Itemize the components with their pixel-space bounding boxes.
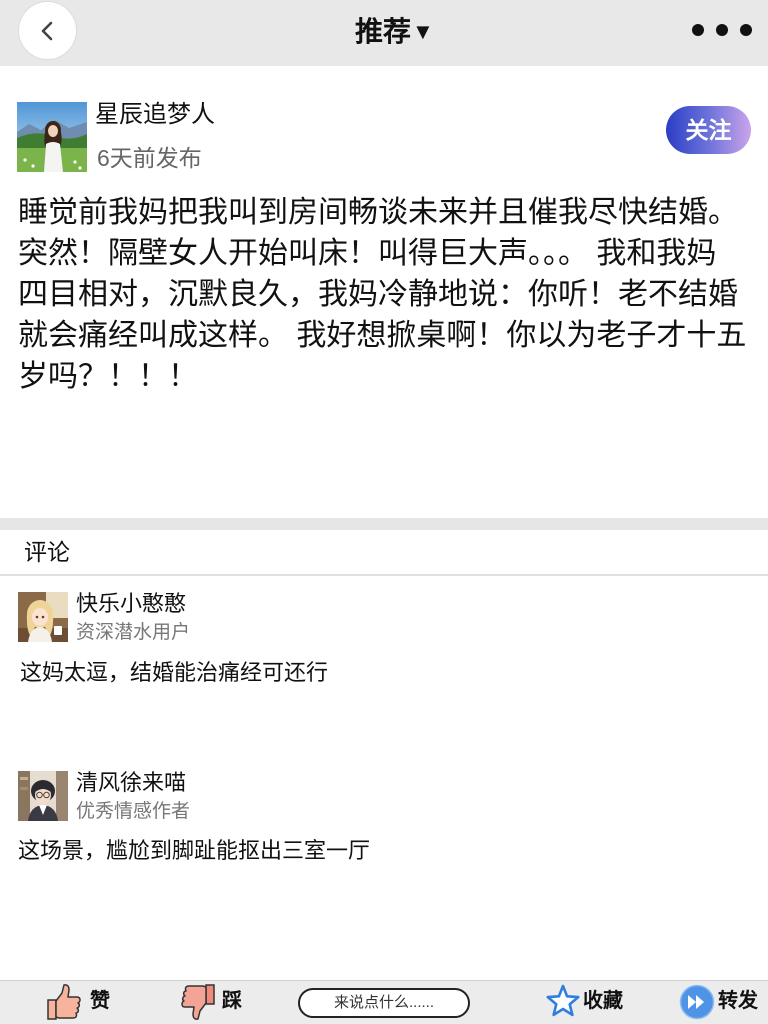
back-button[interactable] [19, 2, 76, 59]
comment-text: 这妈太逗，结婚能治痛经可还行 [20, 660, 329, 685]
dislike-label: 踩 [222, 990, 242, 1012]
follow-button[interactable]: 关注 [666, 106, 751, 154]
thumbs-down-icon [181, 984, 215, 1020]
section-divider [0, 518, 768, 530]
comments-title: 评论 [24, 539, 70, 565]
author-avatar[interactable] [17, 102, 87, 172]
commenter-badge: 资深潜水用户 [76, 622, 191, 643]
bottom-action-bar: 赞 踩 来说点什么...... 收藏 转发 [0, 980, 768, 1024]
commenter-avatar[interactable] [18, 592, 68, 642]
feed-selector[interactable]: 推荐 ▼ [355, 14, 434, 50]
avatar-image [17, 102, 87, 172]
more-dots-icon [740, 24, 752, 36]
top-bar: 推荐 ▼ [0, 0, 768, 66]
comment-input[interactable]: 来说点什么...... [298, 988, 470, 1018]
author-name[interactable]: 星辰追梦人 [95, 101, 215, 129]
page-title: 推荐 [355, 16, 412, 47]
comment-text: 这场景，尴尬到脚趾能抠出三室一厅 [18, 838, 371, 863]
post-text-line: 四目相对，沉默良久，我妈冷静地说：你听！老不结婚 [18, 278, 738, 311]
commenter-name[interactable]: 清风徐来喵 [76, 769, 186, 797]
post-text-line: 就会痛经叫成这样。 我好想掀桌啊！你以为老子才十五 [18, 319, 747, 352]
more-button[interactable] [686, 14, 758, 46]
chevron-left-icon [41, 21, 52, 40]
share-label: 转发 [718, 990, 758, 1012]
favorite-label: 收藏 [583, 990, 623, 1012]
more-dots-icon [716, 24, 728, 36]
commenter-name[interactable]: 快乐小憨憨 [76, 590, 186, 618]
avatar-image [18, 592, 68, 642]
more-dots-icon [692, 24, 704, 36]
post-content: 睡觉前我妈把我叫到房间畅谈未来并且催我尽快结婚。 突然！隔壁女人开始叫床！叫得巨… [18, 192, 758, 397]
post-text-line: 睡觉前我妈把我叫到房间畅谈未来并且催我尽快结婚。 [18, 196, 738, 229]
avatar-image [18, 771, 68, 821]
post-timestamp: 6天前发布 [97, 145, 202, 171]
forward-icon [679, 984, 715, 1020]
post-text-line: 突然！隔壁女人开始叫床！叫得巨大声。。。 我和我妈 [18, 237, 717, 270]
post-text-line: 岁吗？！！！ [18, 360, 198, 393]
commenter-avatar[interactable] [18, 771, 68, 821]
dropdown-caret-icon: ▼ [412, 19, 434, 44]
comments-divider [0, 574, 768, 576]
commenter-badge: 优秀情感作者 [76, 801, 191, 822]
thumbs-up-icon [47, 984, 81, 1020]
star-icon [546, 984, 580, 1017]
like-label: 赞 [90, 990, 110, 1012]
